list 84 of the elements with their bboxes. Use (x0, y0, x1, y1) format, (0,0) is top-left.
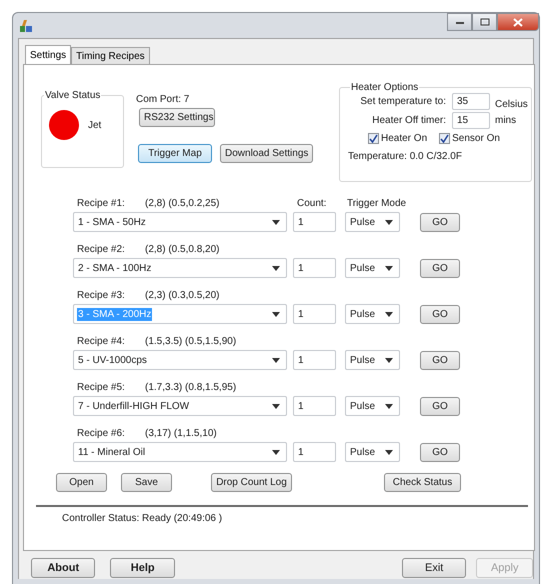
close-icon (513, 18, 523, 26)
unit-label: Celsius (495, 99, 528, 110)
caret-icon (272, 312, 280, 316)
save-button[interactable]: Save (121, 473, 172, 492)
app-icon (19, 18, 33, 32)
trigger-mode-dropdown[interactable]: Pulse (345, 396, 400, 416)
trigger-mode-dropdown[interactable]: Pulse (345, 258, 400, 278)
tab[interactable]: Settings (25, 45, 72, 64)
field-label: Heater Off timer: (371, 115, 446, 126)
go-button[interactable]: GO (420, 351, 460, 370)
caret-icon (272, 450, 280, 454)
checkbox-label: Sensor On (452, 133, 500, 144)
checkbox[interactable] (368, 133, 379, 144)
minimize-icon (454, 19, 464, 25)
recipe-label: Recipe #6: (77, 428, 126, 439)
recipe-label: Recipe #4: (77, 336, 126, 347)
trigger-map-button[interactable]: Trigger Map (138, 144, 212, 163)
trigger-mode-dropdown[interactable]: Pulse (345, 304, 400, 324)
recipe-dropdown[interactable]: 2 - SMA - 100Hz (73, 258, 287, 278)
go-button[interactable]: GO (420, 397, 460, 416)
count-field[interactable]: 1 (293, 212, 336, 232)
temperature-field[interactable]: 35 (452, 93, 490, 110)
caret-icon (385, 312, 393, 316)
dialog-button[interactable]: Exit (402, 558, 466, 578)
group-title: Heater Options (351, 82, 418, 93)
caret-icon (385, 404, 393, 408)
valve-label: Jet (88, 120, 102, 130)
minimize-button[interactable] (447, 13, 472, 31)
recipe-label: Recipe #5: (77, 382, 126, 393)
temperature-reading: Temperature: 0.0 C/32.0F (348, 151, 463, 162)
field-label: Set temperature to: (359, 96, 446, 107)
maximize-icon (480, 18, 490, 26)
caret-icon (272, 220, 280, 224)
count-field[interactable]: 1 (293, 396, 336, 416)
caret-icon (272, 358, 280, 362)
trigger-mode-dropdown[interactable]: Pulse (345, 212, 400, 232)
recipe-parameters: (2,3) (0.3,0.5,20) (145, 290, 220, 301)
count-field[interactable]: 1 (293, 258, 336, 278)
group-title: Valve Status (45, 90, 100, 101)
recipe-dropdown[interactable]: 5 - UV-1000cps (73, 350, 287, 370)
caret-icon (272, 266, 280, 270)
com-port-label: Com Port: 7 (136, 94, 190, 105)
count-field[interactable]: 1 (293, 442, 336, 462)
close-button[interactable] (497, 13, 539, 31)
recipe-label: Recipe #3: (77, 290, 126, 301)
drop-count-log-button[interactable]: Drop Count Log (211, 473, 292, 492)
recipe-dropdown[interactable]: 1 - SMA - 50Hz (73, 212, 287, 232)
controller-status: Controller Status: Ready (20:49:06 ) (62, 513, 224, 524)
column-header: Count: (297, 198, 328, 209)
recipe-parameters: (2,8) (0.5,0.8,20) (145, 244, 220, 255)
open-button[interactable]: Open (56, 473, 107, 492)
check-status-button[interactable]: Check Status (384, 473, 461, 492)
dialog-button[interactable]: Help (110, 558, 175, 578)
maximize-button[interactable] (472, 13, 497, 31)
trigger-mode-dropdown[interactable]: Pulse (345, 350, 400, 370)
caret-icon (385, 358, 393, 362)
count-field[interactable]: 1 (293, 304, 336, 324)
go-button[interactable]: GO (420, 305, 460, 324)
checkbox[interactable] (439, 133, 450, 144)
recipe-dropdown[interactable]: 7 - Underfill-HIGH FLOW (73, 396, 287, 416)
go-button[interactable]: GO (420, 259, 460, 278)
recipe-parameters: (1.5,3.5) (0.5,1.5,90) (145, 336, 238, 347)
dialog-button[interactable]: About (31, 558, 96, 578)
recipe-parameters: (2,8) (0.5,0.2,25) (145, 198, 220, 209)
recipe-dropdown[interactable]: 11 - Mineral Oil (73, 442, 287, 462)
caret-icon (272, 404, 280, 408)
go-button[interactable]: GO (420, 213, 460, 232)
checkbox-label: Heater On (381, 133, 428, 144)
recipe-parameters: (3,17) (1,1.5,10) (145, 428, 218, 439)
unit-label: mins (495, 115, 516, 126)
column-header: Trigger Mode (347, 198, 406, 209)
go-button[interactable]: GO (420, 443, 460, 462)
caret-icon (385, 450, 393, 454)
download-settings-button[interactable]: Download Settings (220, 144, 314, 163)
recipe-label: Recipe #1: (77, 198, 126, 209)
timer-field[interactable]: 15 (452, 112, 490, 129)
tab[interactable]: Timing Recipes (71, 47, 150, 64)
recipe-label: Recipe #2: (77, 244, 126, 255)
recipe-parameters: (1.7,3.3) (0.8,1.5,95) (145, 382, 238, 393)
caret-icon (385, 220, 393, 224)
rs232-settings-button[interactable]: RS232 Settings (139, 108, 215, 127)
count-field[interactable]: 1 (293, 350, 336, 370)
trigger-mode-dropdown[interactable]: Pulse (345, 442, 400, 462)
caret-icon (385, 266, 393, 270)
